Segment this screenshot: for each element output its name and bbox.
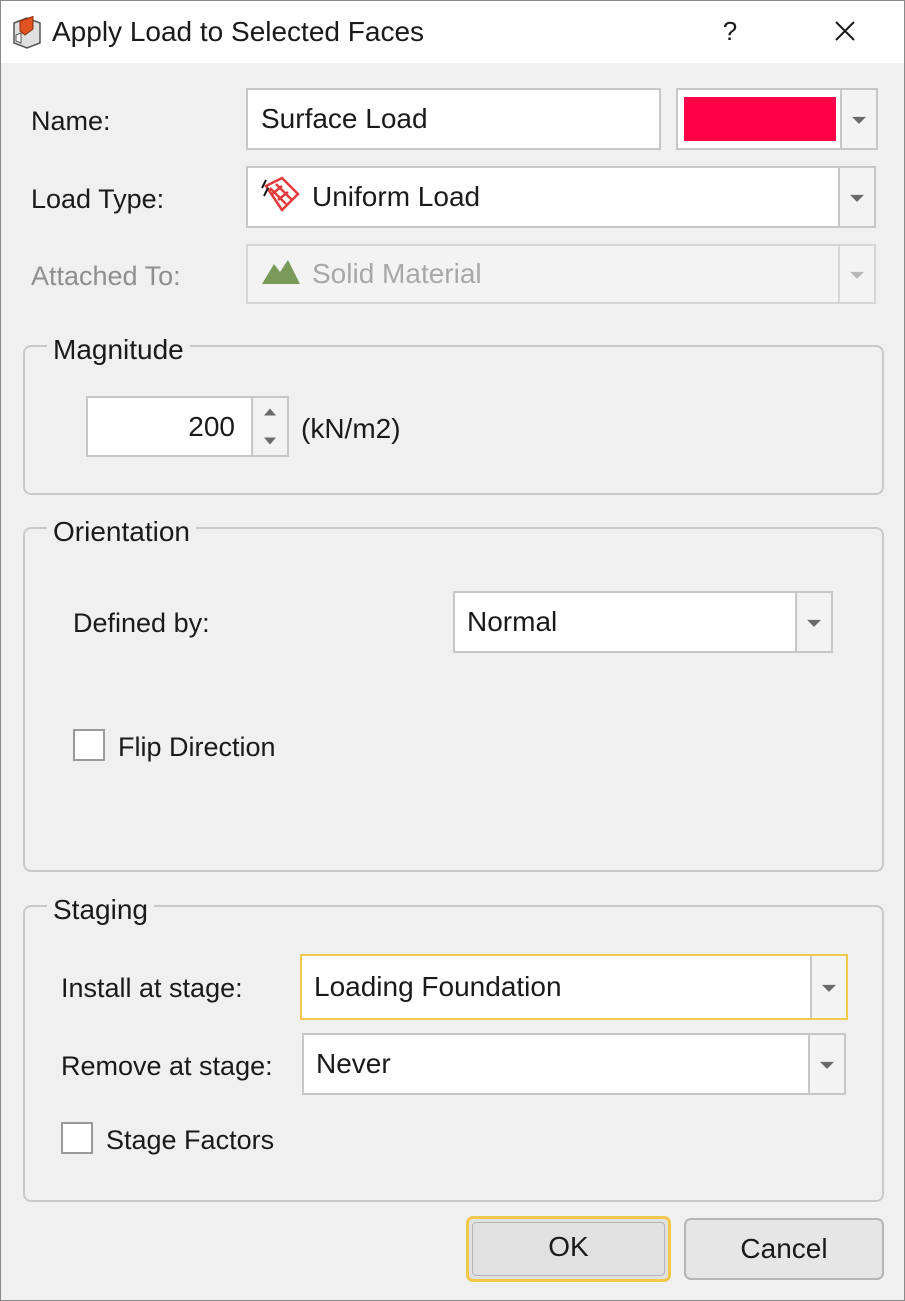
orientation-group-title: Orientation: [47, 516, 196, 548]
name-input-value: Surface Load: [261, 103, 428, 134]
name-label: Name:: [31, 106, 111, 136]
magnitude-unit: (kN/m2): [301, 413, 401, 444]
cancel-button[interactable]: Cancel: [684, 1218, 884, 1280]
load-type-label: Load Type:: [31, 184, 165, 214]
magnitude-value: 200: [188, 410, 235, 442]
flip-direction-label[interactable]: Flip Direction: [118, 731, 276, 763]
ok-button-label: OK: [548, 1231, 589, 1262]
chevron-down-icon: [838, 246, 874, 302]
title-bar: Apply Load to Selected Faces ?: [1, 1, 904, 63]
load-type-value: Uniform Load: [312, 181, 481, 212]
staging-group-title: Staging: [47, 894, 154, 926]
help-button[interactable]: ?: [701, 11, 759, 51]
chevron-down-icon[interactable]: [810, 956, 846, 1018]
magnitude-group-title: Magnitude: [47, 334, 190, 366]
stage-factors-checkbox[interactable]: [61, 1122, 93, 1154]
remove-stage-dropdown[interactable]: Never: [302, 1033, 846, 1095]
stage-factors-label[interactable]: Stage Factors: [106, 1124, 274, 1156]
app-icon: [11, 15, 43, 49]
cancel-button-label: Cancel: [740, 1233, 828, 1264]
install-stage-dropdown[interactable]: Loading Foundation: [300, 954, 848, 1020]
chevron-down-icon[interactable]: [808, 1035, 844, 1093]
attached-to-value: Solid Material: [312, 258, 482, 289]
magnitude-spinbox[interactable]: 200: [86, 396, 289, 457]
remove-stage-label: Remove at stage:: [61, 1051, 273, 1081]
attached-to-label: Attached To:: [31, 261, 181, 291]
ok-button[interactable]: OK: [466, 1216, 671, 1282]
defined-by-value: Normal: [467, 606, 558, 637]
attached-to-dropdown: Solid Material: [246, 244, 876, 304]
spin-down-icon[interactable]: [253, 427, 287, 456]
install-stage-label: Install at stage:: [61, 973, 243, 1003]
solid-material-icon: [260, 256, 302, 293]
uniform-load-icon: [260, 175, 302, 219]
chevron-down-icon[interactable]: [795, 593, 831, 651]
name-input[interactable]: Surface Load: [246, 88, 661, 150]
spin-up-icon[interactable]: [253, 398, 287, 427]
chevron-down-icon[interactable]: [840, 90, 876, 148]
close-icon: [835, 21, 855, 41]
remove-stage-value: Never: [316, 1048, 391, 1079]
dialog-window: Apply Load to Selected Faces ? Name: Sur…: [0, 0, 905, 1301]
flip-direction-checkbox[interactable]: [73, 729, 105, 761]
dialog-title: Apply Load to Selected Faces: [52, 16, 425, 47]
chevron-down-icon[interactable]: [838, 168, 874, 226]
defined-by-dropdown[interactable]: Normal: [453, 591, 833, 653]
install-stage-value: Loading Foundation: [314, 971, 562, 1002]
close-button[interactable]: [816, 11, 874, 51]
color-swatch: [684, 97, 836, 141]
load-type-dropdown[interactable]: Uniform Load: [246, 166, 876, 228]
color-picker-dropdown[interactable]: [676, 88, 878, 150]
defined-by-label: Defined by:: [73, 608, 210, 638]
orientation-group: [23, 527, 884, 872]
